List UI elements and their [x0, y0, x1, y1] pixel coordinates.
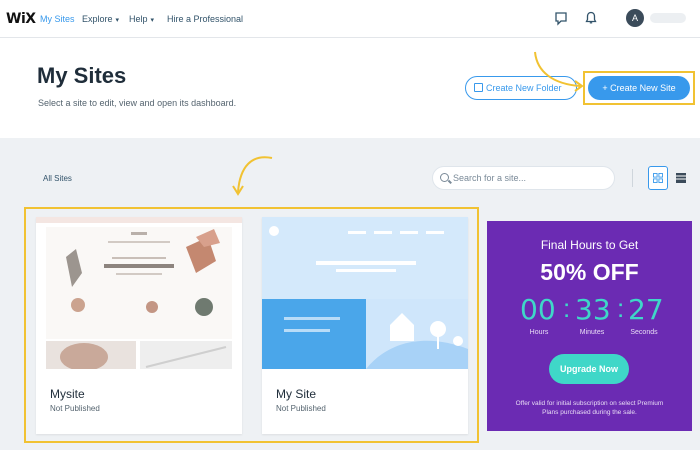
minutes-label: Minutes	[579, 329, 605, 336]
page-subtitle: Select a site to edit, view and open its…	[38, 98, 237, 108]
site-status: Not Published	[50, 404, 100, 413]
chevron-down-icon: ▾	[150, 17, 155, 24]
promo-fine-print: Offer valid for initial subscription on …	[515, 400, 664, 416]
countdown-minutes: 33	[575, 293, 611, 326]
site-thumbnail[interactable]	[36, 217, 242, 369]
nav-explore[interactable]: Explore ▾	[82, 14, 119, 24]
grid-view-icon[interactable]	[648, 166, 668, 190]
hours-label: Hours	[529, 329, 549, 336]
search-input[interactable]: Search for a site...	[432, 166, 615, 190]
upgrade-now-button[interactable]: Upgrade Now	[549, 354, 629, 384]
divider	[632, 169, 633, 187]
folder-icon	[474, 83, 483, 92]
list-view-icon[interactable]	[673, 166, 689, 190]
chevron-down-icon: ▾	[115, 17, 120, 24]
search-placeholder: Search for a site...	[453, 173, 527, 183]
site-name[interactable]: Mysite	[50, 387, 85, 401]
nav-explore-label: Explore	[82, 14, 113, 24]
avatar[interactable]: A	[626, 9, 644, 27]
curved-arrow-icon	[534, 51, 584, 92]
nav-help-label: Help	[129, 14, 148, 24]
wix-logo[interactable]: WiX	[6, 11, 36, 27]
bell-icon[interactable]	[583, 10, 599, 26]
site-thumbnail[interactable]	[262, 217, 468, 369]
curved-arrow-icon	[232, 156, 273, 196]
countdown-separator: :	[617, 293, 625, 323]
page-header: My Sites Select a site to edit, view and…	[0, 38, 700, 138]
all-sites-label[interactable]: All Sites	[43, 174, 72, 183]
site-name[interactable]: My Site	[276, 387, 316, 401]
promo-banner: Final Hours to Get 50% OFF 00 : 33 : 27 …	[487, 221, 692, 431]
chat-icon[interactable]	[553, 10, 569, 26]
site-card[interactable]: Mysite Not Published	[36, 217, 242, 434]
nav-help[interactable]: Help ▾	[129, 14, 154, 24]
promo-offer: 50% OFF	[540, 259, 639, 285]
seconds-label: Seconds	[630, 329, 658, 336]
search-icon	[440, 173, 449, 182]
nav-my-sites[interactable]: My Sites	[40, 14, 75, 24]
countdown-hours: 00	[520, 293, 556, 326]
page-title: My Sites	[37, 63, 127, 88]
countdown-seconds: 27	[628, 293, 664, 326]
countdown-separator: :	[563, 293, 571, 323]
top-navigation-bar: WiX My Sites Explore ▾ Help ▾ Hire a Profe…	[0, 0, 700, 38]
create-new-site-button[interactable]: + Create New Site	[588, 76, 690, 100]
user-name-placeholder	[650, 13, 686, 23]
create-site-highlight: + Create New Site	[583, 71, 695, 105]
site-card[interactable]: My Site Not Published	[262, 217, 468, 434]
nav-hire-professional[interactable]: Hire a Professional	[167, 14, 243, 24]
site-status: Not Published	[276, 404, 326, 413]
promo-title: Final Hours to Get	[540, 238, 639, 252]
